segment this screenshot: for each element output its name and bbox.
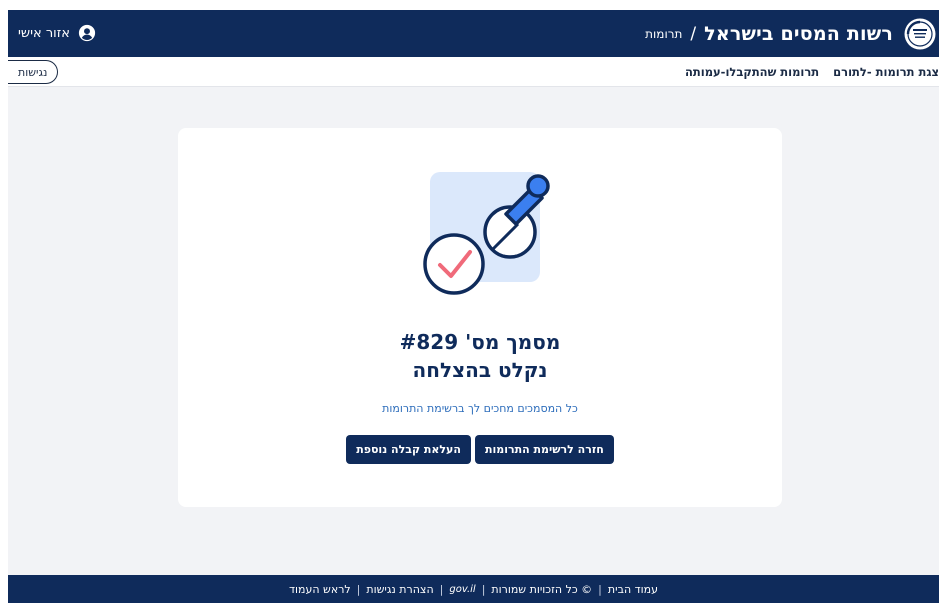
- tab-received-donations[interactable]: תרומות שהתקבלו-עמותה: [685, 65, 819, 79]
- breadcrumb-separator: /: [690, 23, 697, 44]
- app-frame: אזור אישי רשות המסים בישראל / תרומות נגי…: [8, 10, 939, 603]
- upload-another-receipt-button[interactable]: העלאת קבלה נוספת: [346, 435, 471, 464]
- sub-navigation: נגישות צגת תרומות -לתורם תרומות שהתקבלו-…: [8, 57, 939, 87]
- gov-il-logo[interactable]: gov.il: [449, 584, 475, 595]
- footer-separator: |: [439, 582, 444, 596]
- accessibility-button[interactable]: נגישות: [8, 60, 59, 84]
- success-title-line2: נקלט בהצלחה: [412, 358, 548, 382]
- user-circle-icon: [78, 24, 96, 42]
- breadcrumb-donations[interactable]: תרומות: [645, 27, 682, 41]
- page-footer: עמוד הבית | © כל הזכויות שמורות | gov.il…: [8, 575, 939, 603]
- footer-separator: |: [356, 582, 361, 596]
- brand-title[interactable]: רשות המסים בישראל: [704, 23, 893, 45]
- footer-separator: |: [598, 582, 602, 596]
- success-subtitle: כל המסמכים מחכים לך ברשימת התרומות: [382, 402, 578, 415]
- personal-area-label: אזור אישי: [18, 25, 70, 41]
- success-title: מסמך מס' #829 נקלט בהצלחה: [178, 328, 782, 384]
- footer-accessibility-statement-link[interactable]: הצהרת נגישות: [366, 583, 433, 596]
- tab-donor-donations[interactable]: צגת תרומות -לתורם: [833, 65, 939, 79]
- footer-home-link[interactable]: עמוד הבית: [608, 583, 658, 596]
- donation-tabs: צגת תרומות -לתורם תרומות שהתקבלו-עמותה: [685, 57, 939, 87]
- stamp-check-illustration: [423, 172, 550, 295]
- footer-top-of-page-link[interactable]: לראש העמוד: [289, 583, 351, 596]
- success-card: מסמך מס' #829 נקלט בהצלחה כל המסמכים מחכ…: [178, 128, 782, 507]
- footer-copyright: © כל הזכויות שמורות: [491, 582, 593, 596]
- back-to-donations-button[interactable]: חזרה לרשימת התרומות: [474, 435, 614, 464]
- success-title-line1: מסמך מס' #829: [399, 330, 561, 354]
- brand-area: רשות המסים בישראל / תרומות: [645, 10, 939, 57]
- footer-separator: |: [481, 582, 486, 596]
- personal-area-link[interactable]: אזור אישי: [18, 22, 96, 44]
- tax-authority-logo[interactable]: [903, 17, 937, 51]
- top-header: אזור אישי רשות המסים בישראל / תרומות: [8, 10, 939, 57]
- card-actions: חזרה לרשימת התרומות העלאת קבלה נוספת: [178, 435, 782, 464]
